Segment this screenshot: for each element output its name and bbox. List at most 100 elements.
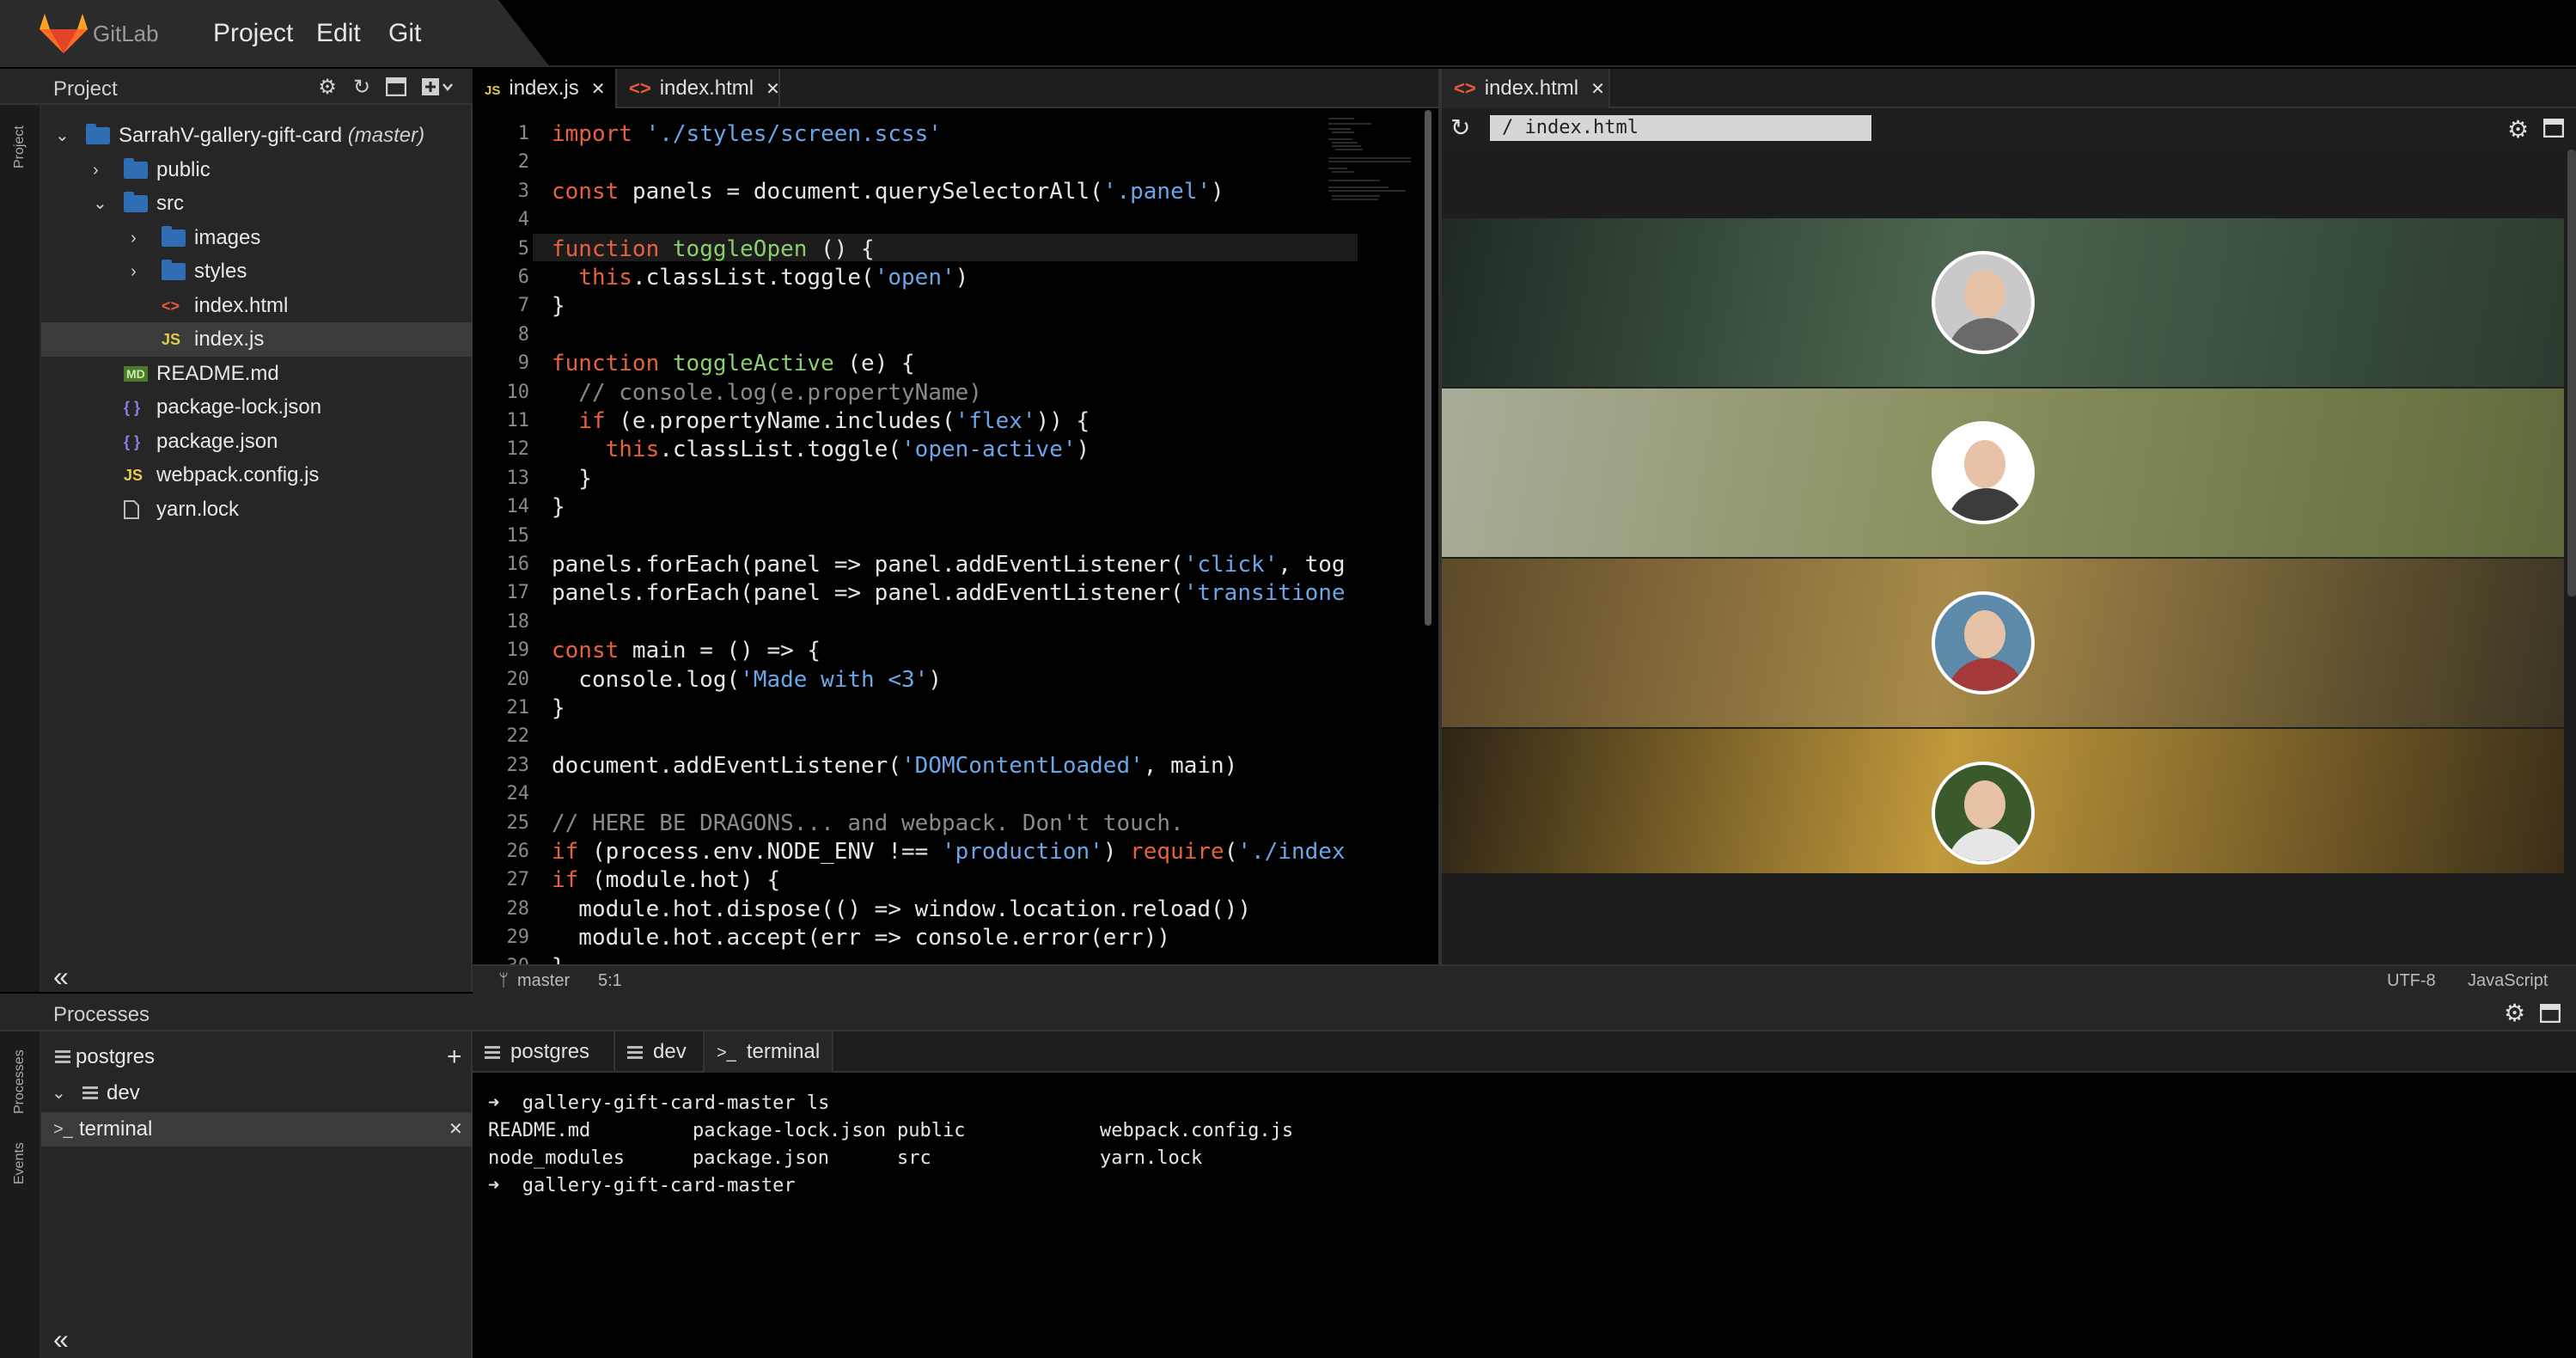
gallery-panel[interactable] bbox=[1442, 388, 2564, 557]
preview-scrollbar[interactable] bbox=[2567, 150, 2576, 596]
code-line[interactable]: } bbox=[552, 493, 565, 521]
code-line[interactable]: module.hot.accept(err => console.error(e… bbox=[552, 924, 1170, 951]
encoding[interactable]: UTF-8 bbox=[2387, 971, 2436, 991]
tree-item[interactable]: JS index.js bbox=[41, 322, 473, 357]
tree-item[interactable]: <> index.html bbox=[41, 289, 473, 323]
code-line[interactable]: module.hot.dispose(() => window.location… bbox=[552, 896, 1251, 923]
refresh-icon[interactable]: ↻ bbox=[1450, 113, 1470, 142]
tree-item[interactable]: { } package.json bbox=[41, 425, 473, 459]
chevron-down-icon[interactable]: ⌄ bbox=[55, 119, 72, 153]
close-icon[interactable]: ✕ bbox=[449, 1112, 463, 1147]
code-editor[interactable]: 1 2 3 4 5 6 7 8 9 10 11 12 13 14 15 16 17 18 19 20 21 22 23 24 2… bbox=[473, 108, 1438, 964]
terminal-output[interactable]: ➜ gallery-gift-card-master ls README.md … bbox=[473, 1073, 2576, 1358]
tab-postgres[interactable]: postgres bbox=[473, 1031, 615, 1073]
tab-label: postgres bbox=[510, 1040, 590, 1063]
gallery-panel[interactable] bbox=[1442, 729, 2564, 873]
chevron-down-icon[interactable]: ⌄ bbox=[52, 1076, 66, 1110]
menu-project[interactable]: Project bbox=[213, 19, 293, 48]
database-icon bbox=[627, 1046, 643, 1060]
folder-icon bbox=[124, 157, 148, 179]
minimap[interactable] bbox=[1328, 115, 1411, 201]
ls-entry: package-lock.json bbox=[693, 1120, 887, 1141]
code-line[interactable]: const panels = document.querySelectorAll… bbox=[552, 178, 1224, 205]
tab-terminal[interactable]: >_ terminal bbox=[705, 1031, 833, 1073]
tree-item[interactable]: › images bbox=[41, 221, 473, 255]
editor-scrollbar[interactable] bbox=[1425, 110, 1431, 626]
gitlab-logo-icon[interactable] bbox=[40, 14, 88, 53]
code-line[interactable]: import './styles/screen.scss' bbox=[552, 120, 942, 148]
code-line[interactable]: // HERE BE DRAGONS... and webpack. Don't… bbox=[552, 810, 1184, 837]
code-line[interactable]: function toggleActive (e) { bbox=[552, 350, 915, 377]
tree-item[interactable]: MD README.md bbox=[41, 357, 473, 391]
menu-edit[interactable]: Edit bbox=[316, 19, 361, 48]
tree-item[interactable]: JS webpack.config.js bbox=[41, 458, 473, 492]
tree-item[interactable]: ⌄ src bbox=[41, 187, 473, 221]
gallery-panel[interactable] bbox=[1442, 218, 2564, 387]
tree-item-text: index.js bbox=[194, 327, 265, 351]
language-mode[interactable]: JavaScript bbox=[2468, 971, 2548, 991]
tree-item[interactable]: › public bbox=[41, 153, 473, 187]
window-icon[interactable] bbox=[385, 76, 407, 98]
branch-name[interactable]: master bbox=[517, 971, 570, 991]
preview-viewport[interactable] bbox=[1438, 150, 2576, 964]
code-line[interactable]: } bbox=[552, 953, 565, 964]
new-file-dropdown-icon[interactable] bbox=[421, 77, 455, 98]
status-bar: ᛘ master 5:1 UTF-8 JavaScript bbox=[473, 964, 2576, 994]
code-line[interactable]: console.log('Made with <3') bbox=[552, 666, 942, 694]
rail-tab-events[interactable]: Events bbox=[12, 1142, 27, 1184]
code-line[interactable]: // console.log(e.propertyName) bbox=[552, 379, 982, 407]
code-line[interactable]: if (process.env.NODE_ENV !== 'production… bbox=[552, 838, 1346, 866]
chevron-down-icon[interactable]: ⌄ bbox=[93, 187, 110, 221]
code-line[interactable]: function toggleOpen () { bbox=[552, 236, 875, 263]
menu-git[interactable]: Git bbox=[388, 19, 421, 48]
gear-icon[interactable]: ⚙ bbox=[2507, 115, 2529, 144]
window-icon[interactable] bbox=[2542, 118, 2565, 142]
code-line[interactable]: this.classList.toggle('open-active') bbox=[552, 436, 1090, 463]
line-number: 29 bbox=[506, 927, 530, 949]
close-icon[interactable]: ✕ bbox=[1590, 80, 1605, 99]
collapse-sidebar-icon[interactable]: « bbox=[53, 961, 69, 993]
add-process-icon[interactable]: + bbox=[447, 1040, 462, 1074]
chevron-right-icon[interactable]: › bbox=[131, 254, 148, 289]
process-item-dev[interactable]: ⌄ dev bbox=[41, 1076, 473, 1110]
close-icon[interactable]: ✕ bbox=[591, 80, 606, 99]
code-line[interactable]: if (e.propertyName.includes('flex')) { bbox=[552, 407, 1090, 435]
code-line[interactable]: } bbox=[552, 465, 592, 492]
code-line[interactable]: } bbox=[552, 694, 565, 722]
code-line[interactable]: document.addEventListener('DOMContentLoa… bbox=[552, 752, 1237, 780]
tree-item[interactable]: › styles bbox=[41, 254, 473, 289]
chevron-right-icon[interactable]: › bbox=[131, 221, 148, 255]
code-line[interactable]: panels.forEach(panel => panel.addEventLi… bbox=[552, 551, 1346, 578]
ls-entry: node_modules bbox=[488, 1147, 625, 1169]
close-icon[interactable]: ✕ bbox=[766, 80, 780, 99]
tab-dev[interactable]: dev bbox=[615, 1031, 705, 1073]
gear-icon[interactable]: ⚙ bbox=[2504, 999, 2525, 1027]
window-icon[interactable] bbox=[2539, 1003, 2561, 1027]
preview-url-input[interactable]: / index.html bbox=[1490, 115, 1871, 141]
gallery-panel[interactable] bbox=[1442, 559, 2564, 727]
gear-icon[interactable]: ⚙ bbox=[316, 77, 339, 98]
refresh-icon[interactable]: ↻ bbox=[351, 77, 373, 98]
collapse-processes-icon[interactable]: « bbox=[53, 1324, 69, 1355]
code-line[interactable]: const main = () => { bbox=[552, 637, 821, 664]
tab-preview-index-html[interactable]: <> index.html ✕ bbox=[1442, 69, 1610, 108]
tree-item[interactable]: yarn.lock bbox=[41, 492, 473, 527]
chevron-right-icon[interactable]: › bbox=[93, 153, 110, 187]
code-line[interactable]: panels.forEach(panel => panel.addEventLi… bbox=[552, 579, 1346, 607]
tree-item-text: package.json bbox=[156, 429, 278, 453]
ls-entry: webpack.config.js bbox=[1100, 1120, 1294, 1141]
process-item-postgres[interactable]: postgres + bbox=[41, 1040, 473, 1074]
tree-item[interactable]: { } package-lock.json bbox=[41, 390, 473, 425]
js-file-icon: JS bbox=[124, 467, 143, 484]
tab-index-js[interactable]: JS index.js ✕ bbox=[473, 69, 617, 108]
line-number: 20 bbox=[506, 668, 530, 690]
tree-item-text: styles bbox=[194, 260, 247, 283]
tree-item[interactable]: ⌄ SarrahV-gallery-gift-card (master) bbox=[41, 119, 473, 153]
code-line[interactable]: this.classList.toggle('open') bbox=[552, 264, 968, 291]
rail-tab-processes[interactable]: Processes bbox=[12, 1049, 27, 1114]
tab-index-html[interactable]: <> index.html ✕ bbox=[617, 69, 780, 108]
rail-tab-project[interactable]: Project bbox=[12, 125, 27, 168]
code-line[interactable]: if (module.hot) { bbox=[552, 866, 780, 894]
process-item-terminal[interactable]: >_ terminal ✕ bbox=[41, 1112, 473, 1147]
code-line[interactable]: } bbox=[552, 292, 565, 320]
